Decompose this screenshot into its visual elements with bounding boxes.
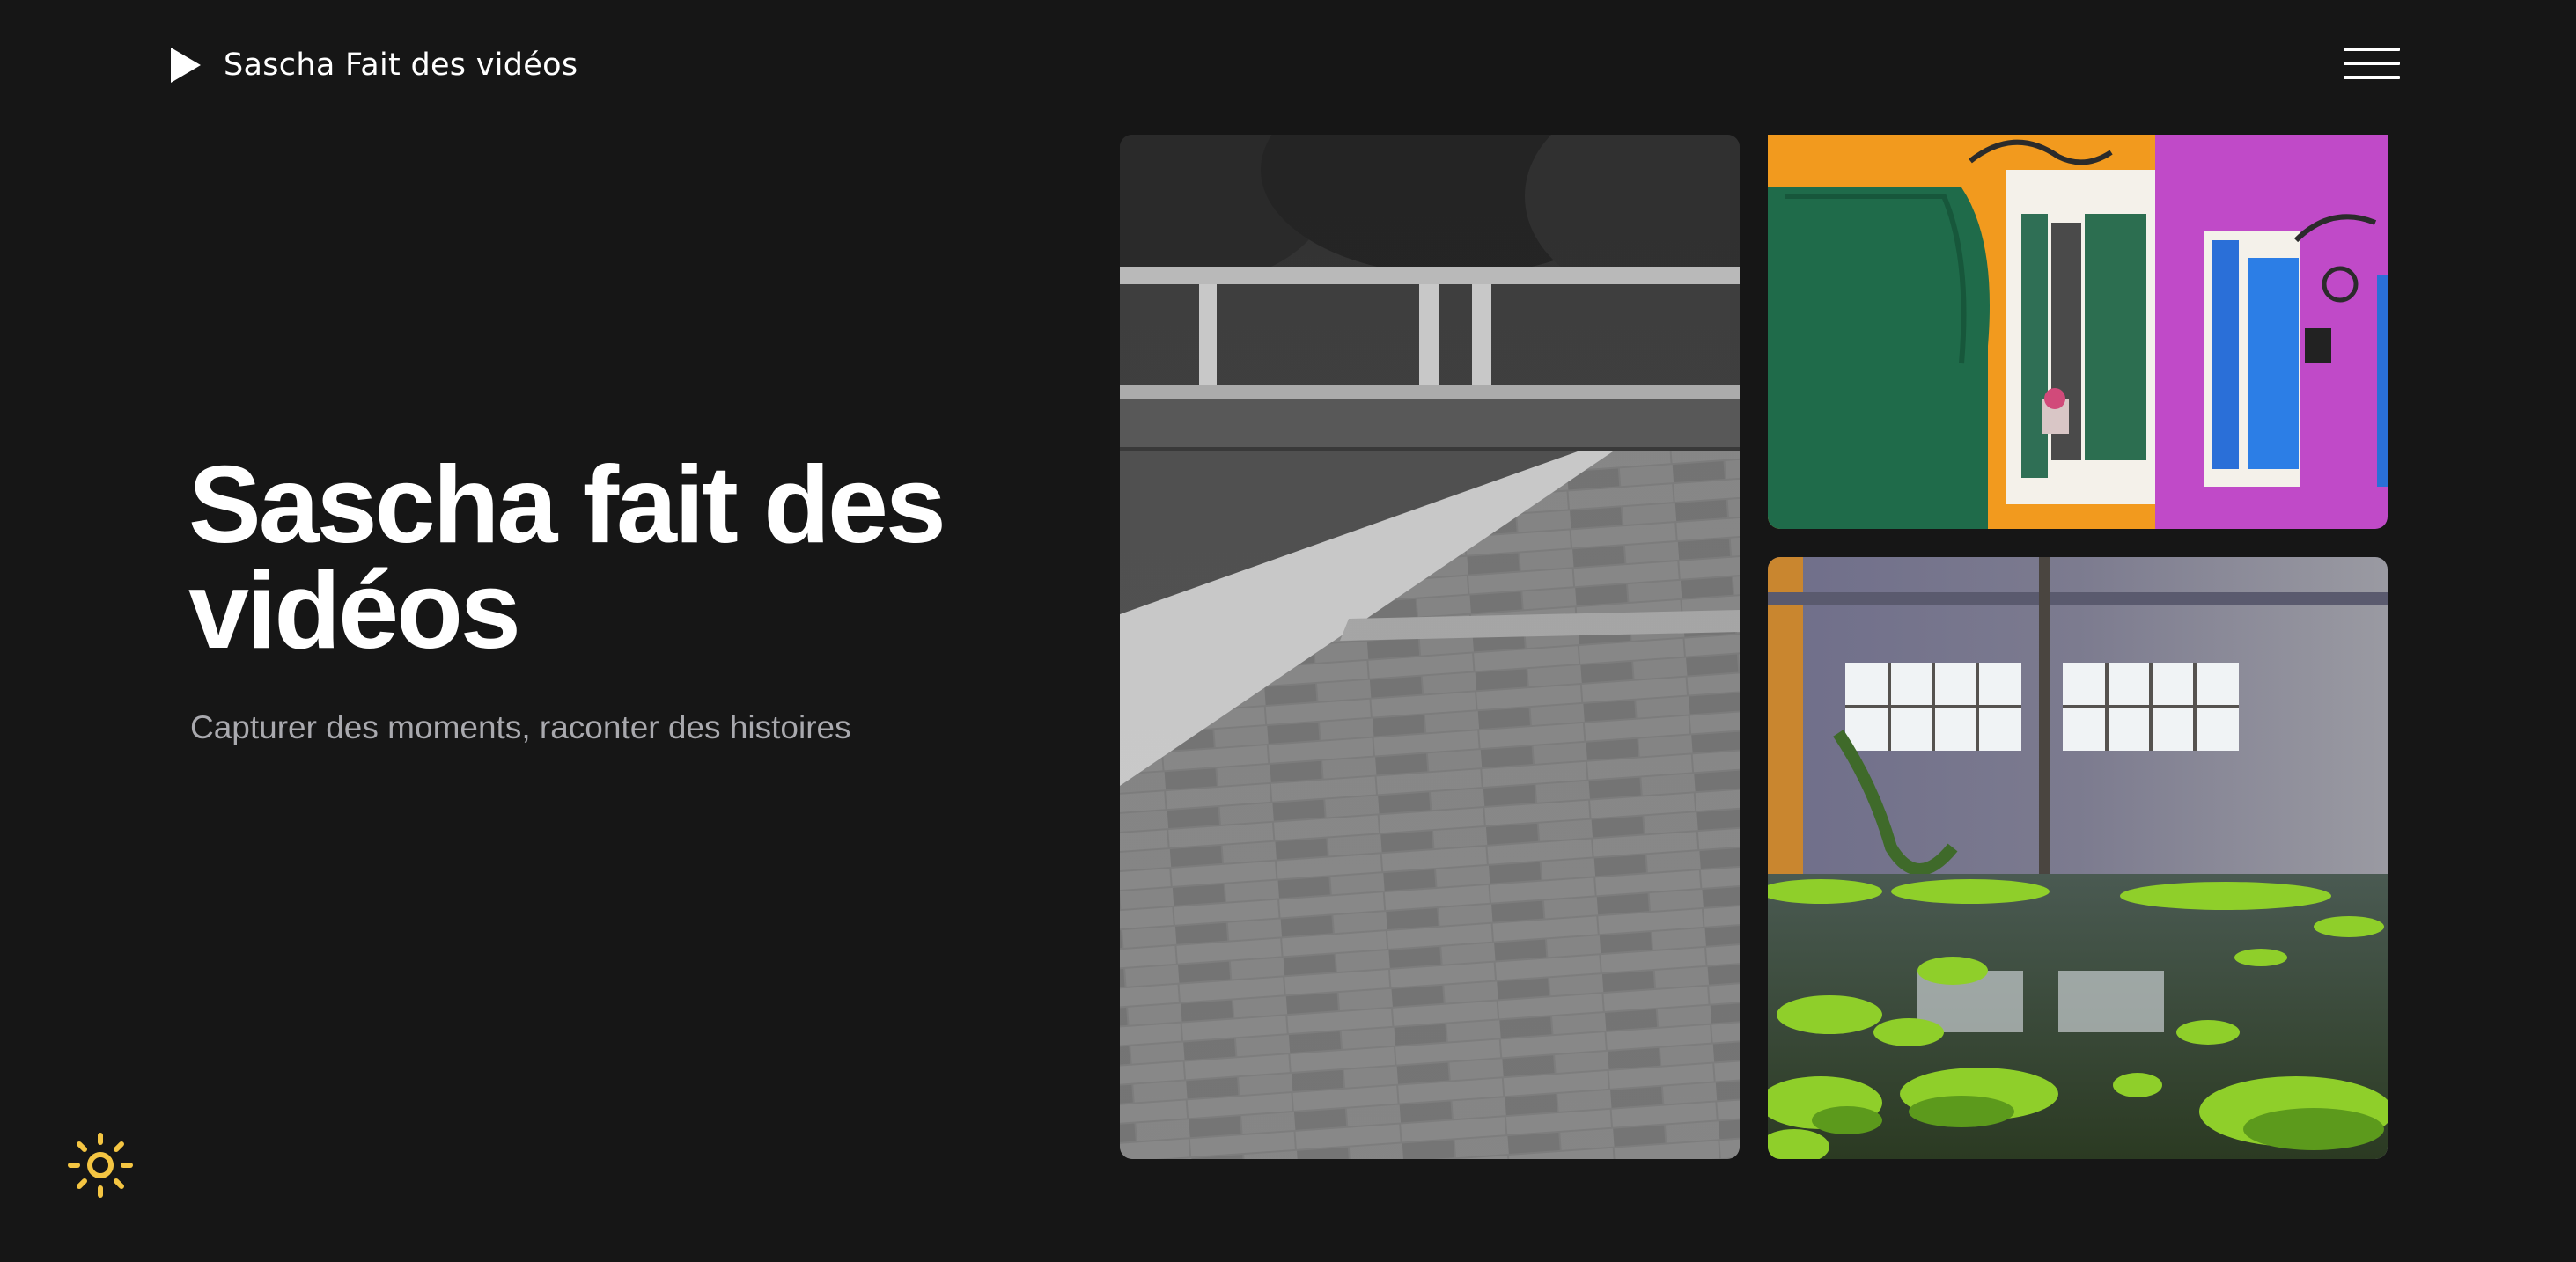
photo-colorful-windows[interactable] — [1768, 135, 2388, 529]
menu-line — [2344, 76, 2400, 79]
brand-name: Sascha Fait des vidéos — [224, 48, 578, 83]
brand-link[interactable]: Sascha Fait des vidéos — [169, 44, 578, 86]
hero-title: Sascha fait des vidéos — [188, 451, 981, 665]
theme-toggle-button[interactable] — [67, 1132, 134, 1199]
photo-stone-pier[interactable] — [1120, 135, 1740, 1159]
hero-title-line-1: Sascha fait des — [188, 444, 946, 566]
hero-title-line-2: vidéos — [188, 550, 521, 671]
menu-line — [2344, 48, 2400, 51]
hero-subtitle: Capturer des moments, raconter des histo… — [190, 709, 851, 745]
hamburger-menu-icon[interactable] — [2342, 44, 2403, 84]
sun-icon — [68, 1133, 133, 1198]
menu-line — [2344, 62, 2400, 65]
photo-abandoned-room-moss[interactable] — [1768, 557, 2388, 1159]
play-icon — [171, 48, 201, 83]
